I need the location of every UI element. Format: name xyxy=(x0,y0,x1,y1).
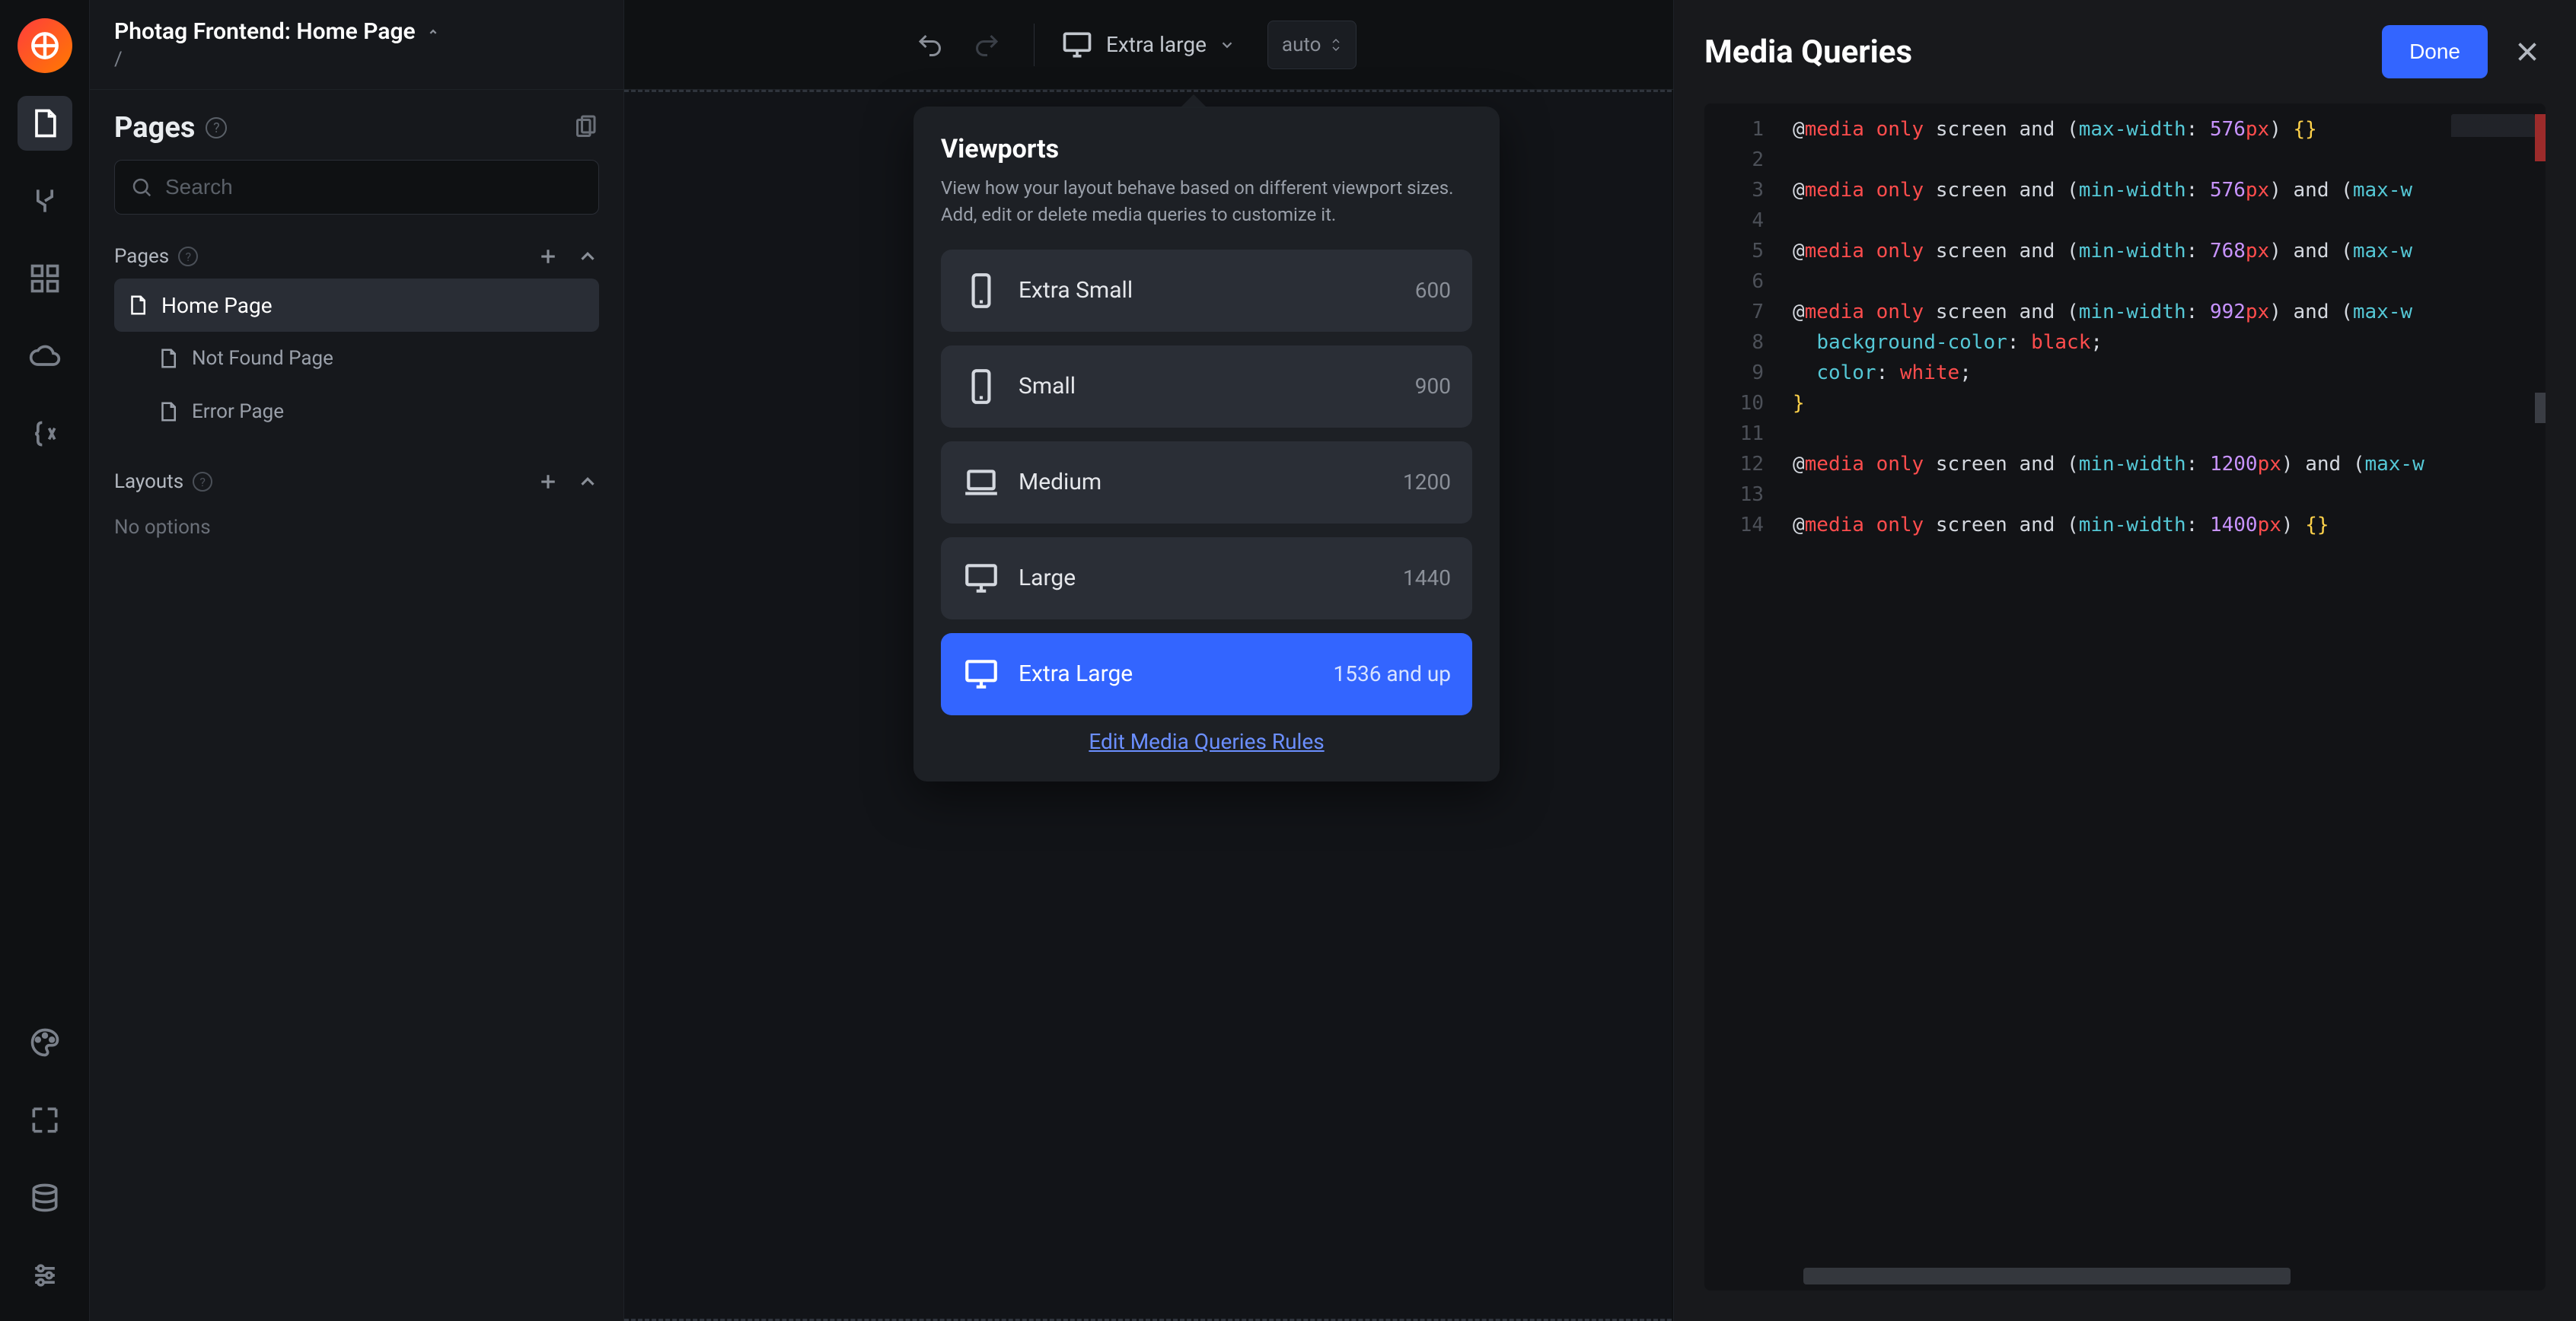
rail-theme[interactable] xyxy=(18,1015,72,1070)
viewport-value: 900 xyxy=(1415,374,1451,399)
chevron-down-icon[interactable] xyxy=(425,24,442,40)
layouts-empty: No options xyxy=(114,511,599,543)
viewport-name: Small xyxy=(1019,373,1076,399)
desktop-icon xyxy=(1060,28,1094,62)
tree-item-notfound[interactable]: Not Found Page xyxy=(114,332,599,385)
chevron-up-icon[interactable] xyxy=(576,470,599,493)
viewports-popover: Viewports View how your layout behave ba… xyxy=(913,107,1500,781)
stepper-down-icon[interactable] xyxy=(1330,45,1342,53)
line-gutter: 1234567891011121314 xyxy=(1704,103,1777,540)
search-icon xyxy=(130,176,153,199)
rail-expand[interactable] xyxy=(18,1093,72,1148)
phone-icon xyxy=(962,368,1000,406)
panel-title: Media Queries xyxy=(1704,33,1912,71)
duplicate-icon[interactable] xyxy=(572,114,599,142)
project-path: / xyxy=(114,48,599,71)
viewport-value: 1440 xyxy=(1403,565,1451,590)
device-selector[interactable]: Extra large xyxy=(1060,28,1235,62)
help-icon[interactable]: ? xyxy=(178,247,198,266)
project-header: Photag Frontend: Home Page / xyxy=(90,0,623,90)
icon-rail xyxy=(0,0,90,1321)
pages-section-label: Pages xyxy=(114,245,169,268)
viewport-item-extra-small[interactable]: Extra Small 600 xyxy=(941,250,1472,332)
tree-item-error[interactable]: Error Page xyxy=(114,385,599,438)
laptop-icon xyxy=(962,463,1000,501)
edit-media-queries-link[interactable]: Edit Media Queries Rules xyxy=(941,729,1472,754)
project-title[interactable]: Photag Frontend: Home Page xyxy=(114,18,416,45)
viewport-item-medium[interactable]: Medium 1200 xyxy=(941,441,1472,524)
stepper-up-icon[interactable] xyxy=(1330,37,1342,45)
viewport-item-extra-large[interactable]: Extra Large 1536 and up xyxy=(941,633,1472,715)
page-icon xyxy=(157,400,180,423)
popover-title: Viewports xyxy=(941,134,1472,164)
popover-description: View how your layout behave based on dif… xyxy=(941,175,1472,228)
rail-data[interactable] xyxy=(18,1170,72,1225)
sidebar: Photag Frontend: Home Page / Pages ? Pag… xyxy=(90,0,624,1321)
done-button[interactable]: Done xyxy=(2382,25,2488,78)
layouts-section-header: Layouts ? xyxy=(90,455,623,504)
width-stepper[interactable]: auto xyxy=(1267,21,1357,69)
viewport-item-large[interactable]: Large 1440 xyxy=(941,537,1472,619)
viewport-item-small[interactable]: Small 900 xyxy=(941,345,1472,428)
chevron-down-icon xyxy=(1219,37,1235,53)
viewport-value: 1536 and up xyxy=(1334,661,1451,686)
width-value: auto xyxy=(1282,33,1321,56)
desktop-icon xyxy=(962,559,1000,597)
plus-icon[interactable] xyxy=(537,470,560,493)
rail-cloud[interactable] xyxy=(18,329,72,384)
undo-button[interactable] xyxy=(909,24,950,65)
help-icon[interactable]: ? xyxy=(193,472,212,492)
page-icon xyxy=(126,294,149,317)
media-queries-panel: Media Queries Done 1234567891011121314 @… xyxy=(1673,0,2576,1321)
divider xyxy=(1034,24,1035,66)
pages-tree: Home Page Not Found Page Error Page xyxy=(90,279,623,438)
viewport-name: Medium xyxy=(1019,469,1101,495)
device-label: Extra large xyxy=(1106,32,1207,57)
viewport-name: Large xyxy=(1019,565,1076,591)
tree-item-label: Error Page xyxy=(192,400,284,423)
code-content[interactable]: @media only screen and (max-width: 576px… xyxy=(1777,103,2546,540)
tree-item-home[interactable]: Home Page xyxy=(114,279,599,332)
rail-components[interactable] xyxy=(18,251,72,306)
pages-section-header: Pages ? xyxy=(90,230,623,279)
scroll-marker xyxy=(2535,393,2546,423)
viewport-value: 600 xyxy=(1415,278,1451,303)
rail-branches[interactable] xyxy=(18,173,72,228)
panel-title: Pages xyxy=(114,111,195,145)
redo-button[interactable] xyxy=(967,24,1008,65)
minimap[interactable] xyxy=(2451,114,2535,160)
close-icon xyxy=(2514,38,2541,65)
panel-header: Media Queries Done xyxy=(1674,0,2576,103)
chevron-up-icon[interactable] xyxy=(576,245,599,268)
layouts-section-label: Layouts xyxy=(114,470,183,493)
code-editor[interactable]: 1234567891011121314 @media only screen a… xyxy=(1704,103,2546,1291)
help-icon[interactable]: ? xyxy=(206,117,227,138)
rail-settings[interactable] xyxy=(18,1248,72,1303)
desktop-icon xyxy=(962,655,1000,693)
app-logo[interactable] xyxy=(18,18,72,73)
tree-item-label: Not Found Page xyxy=(192,347,333,370)
rail-functions[interactable] xyxy=(18,406,72,461)
tree-item-label: Home Page xyxy=(161,293,273,318)
viewport-name: Extra Large xyxy=(1019,660,1133,687)
horizontal-scrollbar[interactable] xyxy=(1803,1268,2291,1284)
plus-icon[interactable] xyxy=(537,245,560,268)
rail-pages[interactable] xyxy=(18,96,72,151)
viewport-name: Extra Small xyxy=(1019,277,1133,304)
error-marker xyxy=(2535,114,2546,161)
viewport-value: 1200 xyxy=(1403,470,1451,495)
search-input-wrap xyxy=(114,160,599,215)
page-icon xyxy=(157,347,180,370)
close-button[interactable] xyxy=(2509,33,2546,70)
layouts-list: No options xyxy=(90,511,623,543)
phone-icon xyxy=(962,272,1000,310)
search-input[interactable] xyxy=(165,175,583,199)
